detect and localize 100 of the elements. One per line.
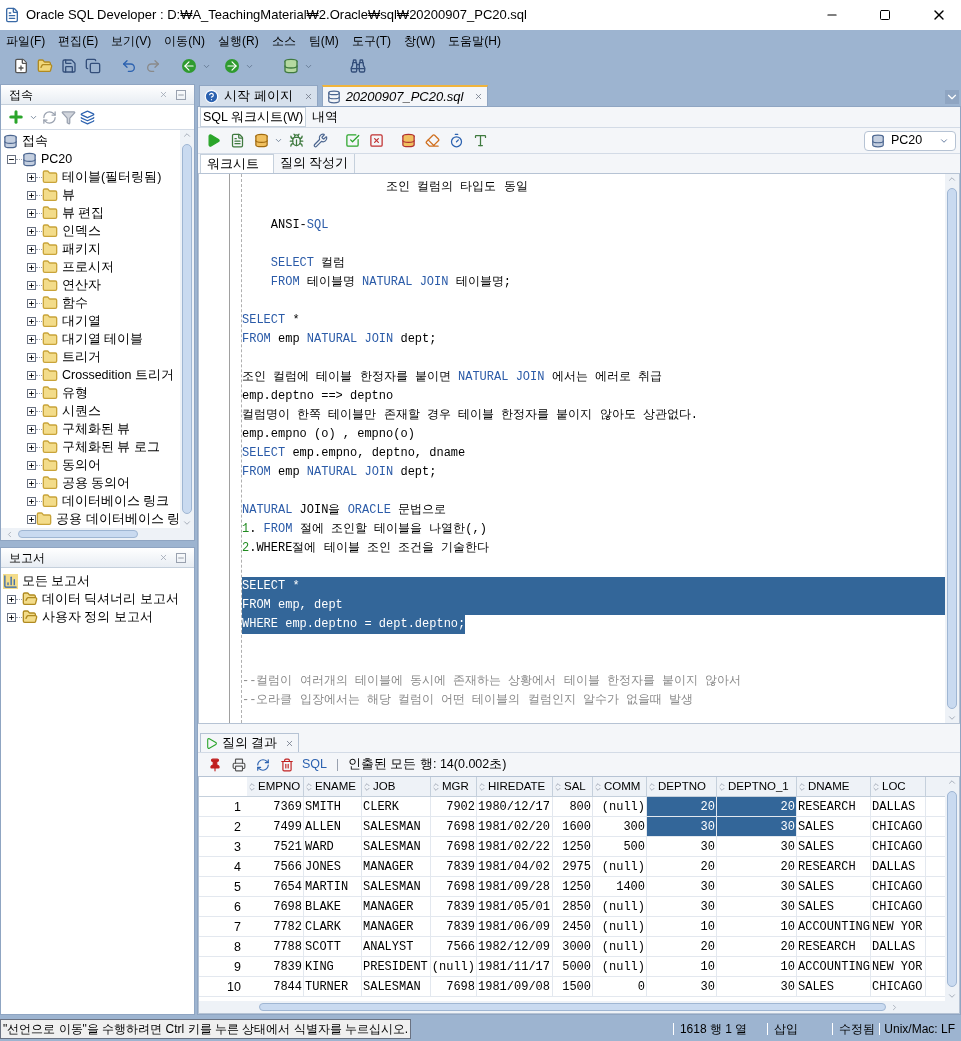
menu-item[interactable]: 팀(M) — [304, 32, 343, 50]
expand-toggle-icon[interactable] — [27, 406, 36, 416]
tree-item[interactable]: 뷰 편집 — [62, 203, 105, 223]
dropdown-icon[interactable] — [274, 136, 283, 145]
menu-item[interactable]: 이동(N) — [160, 32, 209, 50]
row-number[interactable]: 7 — [199, 917, 247, 936]
refresh-icon[interactable] — [256, 757, 270, 772]
worksheet-tab[interactable]: 워크시트 — [200, 154, 274, 173]
expand-toggle-icon[interactable] — [27, 208, 36, 218]
expand-toggle-icon[interactable] — [7, 612, 16, 622]
wrench-icon[interactable] — [312, 133, 328, 148]
commit-icon[interactable] — [344, 133, 360, 148]
tree-item[interactable]: 동의어 — [62, 455, 101, 475]
editor-tab[interactable]: SQL 워크시트(W) — [200, 106, 307, 128]
pin-icon[interactable] — [208, 757, 222, 772]
tree-item[interactable]: 접속 — [22, 131, 48, 151]
editor-tab[interactable]: 내역 — [310, 107, 341, 127]
menu-item[interactable]: 도구(T) — [347, 32, 395, 50]
expand-toggle-icon[interactable] — [27, 226, 36, 236]
tree-item[interactable]: 구체화된 뷰 — [62, 419, 131, 439]
tree-item[interactable]: 유형 — [62, 383, 88, 403]
tree-item[interactable]: 함수 — [62, 293, 88, 313]
column-header[interactable]: HIREDATE — [477, 777, 553, 796]
tree-item[interactable]: Crossedition 트리거 — [62, 365, 174, 385]
horizontal-scrollbar[interactable] — [1, 528, 194, 540]
expand-toggle-icon[interactable] — [27, 316, 36, 326]
column-header[interactable]: LOC — [871, 777, 926, 796]
eraser-icon[interactable] — [424, 133, 440, 148]
row-number[interactable]: 2 — [199, 817, 247, 836]
column-header[interactable]: MGR — [431, 777, 477, 796]
column-header[interactable]: JOB — [362, 777, 431, 796]
row-number[interactable]: 1 — [199, 797, 247, 816]
forward-icon[interactable] — [225, 59, 239, 73]
menu-item[interactable]: 실행(R) — [214, 32, 263, 50]
row-number[interactable]: 9 — [199, 957, 247, 976]
tree-item[interactable]: 구체화된 뷰 로그 — [62, 437, 160, 457]
open-folder-icon[interactable] — [37, 58, 53, 74]
tree-item[interactable]: 공용 동의어 — [62, 473, 131, 493]
tree-item[interactable]: 프로시저 — [62, 257, 114, 277]
column-header[interactable]: DNAME — [797, 777, 871, 796]
column-header[interactable]: COMM — [593, 777, 647, 796]
script-icon[interactable] — [229, 133, 245, 148]
tree-item[interactable]: 인덱스 — [62, 221, 101, 241]
binoculars-icon[interactable] — [350, 58, 366, 74]
row-number[interactable]: 5 — [199, 877, 247, 896]
save-all-icon[interactable] — [85, 58, 101, 74]
expand-toggle-icon[interactable] — [27, 460, 36, 470]
tab-list-icon[interactable] — [945, 90, 959, 104]
database-icon[interactable] — [400, 133, 416, 148]
tree-item[interactable]: 트리거 — [62, 347, 101, 367]
new-file-icon[interactable] — [13, 58, 29, 74]
tree-item[interactable]: 데이터 딕셔너리 보고서 — [42, 589, 179, 609]
rollback-icon[interactable] — [368, 133, 384, 148]
tree-item[interactable]: 데이터베이스 링크 — [62, 491, 170, 511]
expand-toggle-icon[interactable] — [27, 514, 36, 524]
expand-toggle-icon[interactable] — [27, 334, 36, 344]
tree-item[interactable]: 연산자 — [62, 275, 101, 295]
expand-toggle-icon[interactable] — [27, 280, 36, 290]
row-number[interactable]: 8 — [199, 937, 247, 956]
layers-icon[interactable] — [80, 109, 95, 125]
row-number[interactable]: 6 — [199, 897, 247, 916]
tree-item[interactable]: 모든 보고서 — [22, 571, 91, 591]
document-tab[interactable]: 시작 페이지 — [199, 85, 318, 106]
expand-toggle-icon[interactable] — [27, 496, 36, 506]
expand-toggle-icon[interactable] — [27, 388, 36, 398]
expand-toggle-icon[interactable] — [27, 298, 36, 308]
connection-dropdown[interactable]: PC20 — [864, 130, 956, 151]
menu-item[interactable]: 창(W) — [400, 32, 440, 50]
menu-item[interactable]: 도움말(H) — [444, 32, 505, 50]
tree-item[interactable]: 공용 데이터베이스 링 — [56, 509, 180, 528]
row-number[interactable]: 10 — [199, 977, 247, 996]
undo-icon[interactable] — [121, 58, 137, 74]
run-icon[interactable] — [205, 133, 221, 148]
tree-item[interactable]: 대기열 — [62, 311, 101, 331]
menu-item[interactable]: 소스 — [267, 32, 300, 50]
expand-toggle-icon[interactable] — [27, 424, 36, 434]
minimize-icon[interactable] — [176, 552, 186, 563]
delete-icon[interactable] — [280, 757, 294, 772]
horizontal-scrollbar[interactable] — [199, 1001, 959, 1013]
scroll-left-icon[interactable] — [5, 529, 14, 539]
tree-item[interactable]: 대기열 테이블 — [62, 329, 144, 349]
expand-toggle-icon[interactable] — [7, 594, 16, 604]
minimize-icon[interactable] — [176, 89, 186, 100]
tree-item[interactable]: 뷰 — [62, 185, 75, 205]
refresh-icon[interactable] — [42, 109, 57, 125]
expand-toggle-icon[interactable] — [27, 172, 36, 182]
tree-item[interactable]: 시퀀스 — [62, 401, 101, 421]
timer-icon[interactable] — [448, 133, 464, 148]
row-number[interactable]: 4 — [199, 857, 247, 876]
database-icon[interactable] — [283, 58, 299, 74]
expand-toggle-icon[interactable] — [27, 442, 36, 452]
tree-item[interactable]: PC20 — [41, 149, 73, 169]
column-header[interactable]: ENAME — [304, 777, 362, 796]
add-icon[interactable] — [7, 108, 25, 126]
expand-toggle-icon[interactable] — [27, 244, 36, 254]
results-tab[interactable]: 질의 결과 — [200, 733, 300, 752]
column-header[interactable]: SAL — [553, 777, 593, 796]
text-format-icon[interactable] — [472, 133, 488, 148]
expand-toggle-icon[interactable] — [27, 352, 36, 362]
menu-item[interactable]: 편집(E) — [54, 32, 103, 50]
